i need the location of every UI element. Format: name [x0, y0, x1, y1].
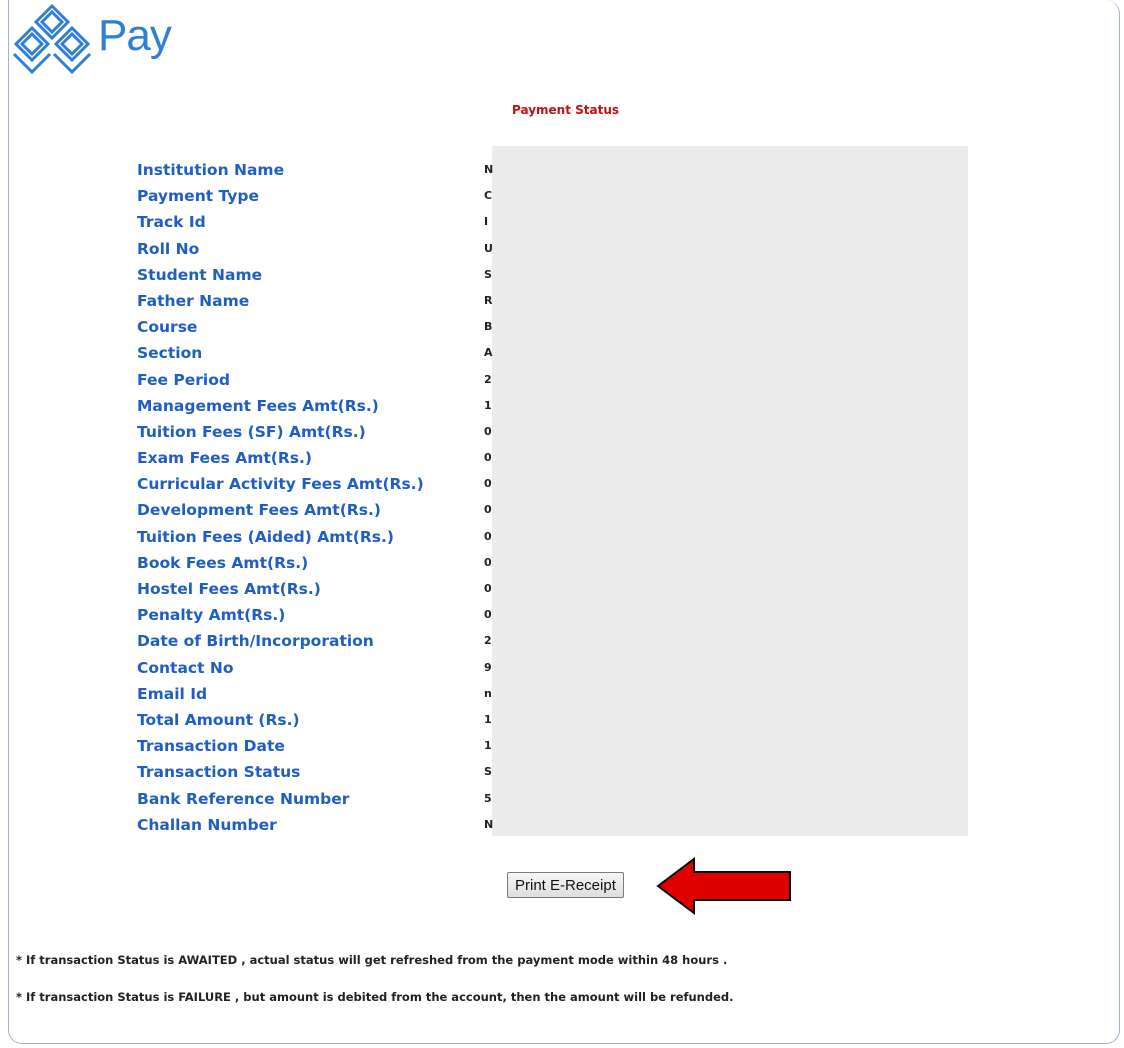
failure-note: * If transaction Status is FAILURE , but…: [16, 990, 734, 1004]
detail-label: Curricular Activity Fees Amt(Rs.): [137, 475, 424, 494]
detail-value: N: [484, 817, 493, 831]
detail-value: 2: [484, 634, 492, 648]
detail-value: 1: [484, 398, 492, 412]
detail-label: Book Fees Amt(Rs.): [137, 553, 309, 572]
detail-label: Father Name: [137, 291, 250, 310]
detail-label: Tuition Fees (SF) Amt(Rs.): [137, 422, 366, 441]
detail-label: Transaction Status: [137, 763, 301, 782]
detail-value: 0: [484, 529, 492, 543]
detail-value: 5: [484, 791, 492, 805]
detail-value: 0: [484, 424, 492, 438]
detail-label: Date of Birth/Incorporation: [137, 632, 374, 651]
detail-value: N: [484, 163, 493, 176]
detail-label: Hostel Fees Amt(Rs.): [137, 580, 321, 598]
detail-label: Email Id: [137, 684, 208, 703]
detail-value: B: [484, 320, 493, 334]
detail-value: 9: [484, 660, 492, 674]
detail-label: Challan Number: [137, 815, 277, 834]
logo: Pay: [8, 2, 172, 75]
detail-label: Student Name: [137, 265, 263, 284]
logo-text: Pay: [98, 11, 172, 60]
detail-label: Tuition Fees (Aided) Amt(Rs.): [137, 527, 394, 546]
print-e-receipt-button[interactable]: Print E-Receipt: [507, 872, 624, 898]
awaited-note: * If transaction Status is AWAITED , act…: [16, 953, 728, 967]
detail-label: Management Fees Amt(Rs.): [137, 396, 379, 415]
detail-labels: Institution Name Payment Type Track Id Roll…: [137, 160, 477, 841]
detail-value: 0: [484, 451, 492, 465]
detail-value: 0: [484, 503, 492, 517]
detail-value: 1: [484, 712, 492, 726]
detail-values: NCIUSRBA210000000029n11S5N: [484, 160, 494, 841]
detail-label: Total Amount (Rs.): [137, 710, 300, 729]
detail-value: C: [484, 189, 493, 203]
detail-value: 2: [484, 372, 492, 386]
detail-label: Penalty Amt(Rs.): [137, 606, 286, 625]
detail-value: 1: [484, 739, 492, 753]
diamond-stack-logo-icon: [12, 3, 92, 75]
detail-value: S: [484, 765, 492, 779]
detail-label: Section: [137, 344, 203, 363]
detail-value: U: [484, 241, 493, 255]
detail-value: I: [484, 215, 489, 229]
detail-value: R: [484, 293, 493, 307]
detail-label: Institution Name: [137, 161, 285, 179]
detail-label: Contact No: [137, 658, 234, 677]
detail-value: 0: [484, 555, 492, 569]
detail-label: Payment Type: [137, 187, 259, 206]
detail-label: Bank Reference Number: [137, 789, 350, 808]
detail-value: A: [484, 346, 493, 360]
detail-label: Development Fees Amt(Rs.): [137, 501, 381, 520]
detail-label: Roll No: [137, 239, 200, 258]
detail-value: 0: [484, 582, 492, 595]
redacted-values-area: [492, 146, 968, 836]
detail-label: Fee Period: [137, 370, 230, 389]
detail-label: Transaction Date: [137, 737, 285, 756]
detail-value: S: [484, 267, 492, 281]
detail-value: n: [484, 686, 492, 700]
red-arrow-left-icon: [656, 857, 791, 915]
detail-label: Course: [137, 318, 198, 337]
detail-value: 0: [484, 477, 492, 491]
detail-label: Exam Fees Amt(Rs.): [137, 449, 312, 468]
detail-value: 0: [484, 608, 492, 622]
detail-label: Track Id: [137, 213, 206, 232]
page-title: Payment Status: [512, 103, 620, 117]
